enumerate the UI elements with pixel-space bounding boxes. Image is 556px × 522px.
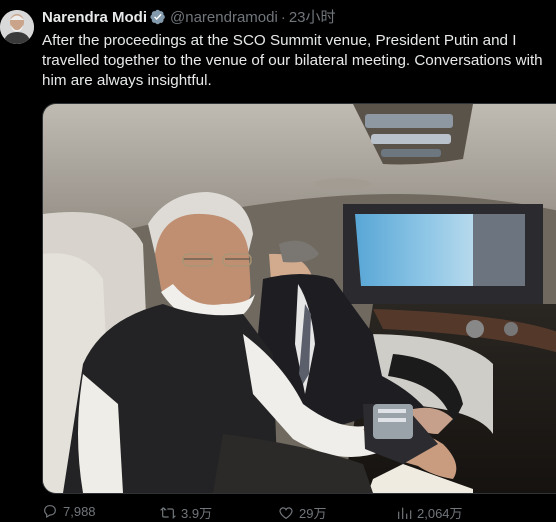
views-count: 2,064万 bbox=[417, 506, 463, 521]
views-button[interactable]: 2,064万 bbox=[396, 503, 463, 522]
tweet-header: Narendra Modi @narendramodi · 23小时 bbox=[42, 8, 336, 28]
verified-badge-icon bbox=[150, 9, 165, 25]
repost-count: 3.9万 bbox=[181, 506, 213, 521]
reply-icon bbox=[44, 505, 56, 519]
reply-count: 7,988 bbox=[63, 503, 96, 519]
action-bar: 7,988 3.9万 29万 2,064万 bbox=[42, 500, 556, 522]
timestamp[interactable]: 23小时 bbox=[289, 9, 336, 26]
repost-button[interactable]: 3.9万 bbox=[160, 503, 212, 522]
tweet-photo[interactable] bbox=[42, 103, 556, 494]
author-name[interactable]: Narendra Modi bbox=[42, 9, 147, 26]
repost-icon bbox=[160, 506, 176, 519]
tweet-text: After the proceedings at the SCO Summit … bbox=[42, 31, 556, 91]
like-button[interactable]: 29万 bbox=[278, 503, 326, 522]
tweet-text-line: him are always insightful. bbox=[42, 72, 212, 89]
reply-button[interactable]: 7,988 bbox=[42, 503, 96, 519]
avatar-image bbox=[0, 10, 34, 44]
separator-dot: · bbox=[280, 9, 286, 26]
views-icon bbox=[398, 507, 412, 519]
car-interior-photo bbox=[43, 104, 556, 493]
tweet-text-line: travelled together to the venue of our b… bbox=[42, 52, 543, 69]
like-count: 29万 bbox=[299, 506, 327, 521]
tweet-text-line: After the proceedings at the SCO Summit … bbox=[42, 32, 517, 49]
like-icon bbox=[279, 506, 293, 519]
author-handle[interactable]: @narendramodi bbox=[170, 9, 278, 26]
tweet: Narendra Modi @narendramodi · 23小时 After t… bbox=[0, 0, 556, 522]
avatar[interactable] bbox=[0, 10, 34, 44]
